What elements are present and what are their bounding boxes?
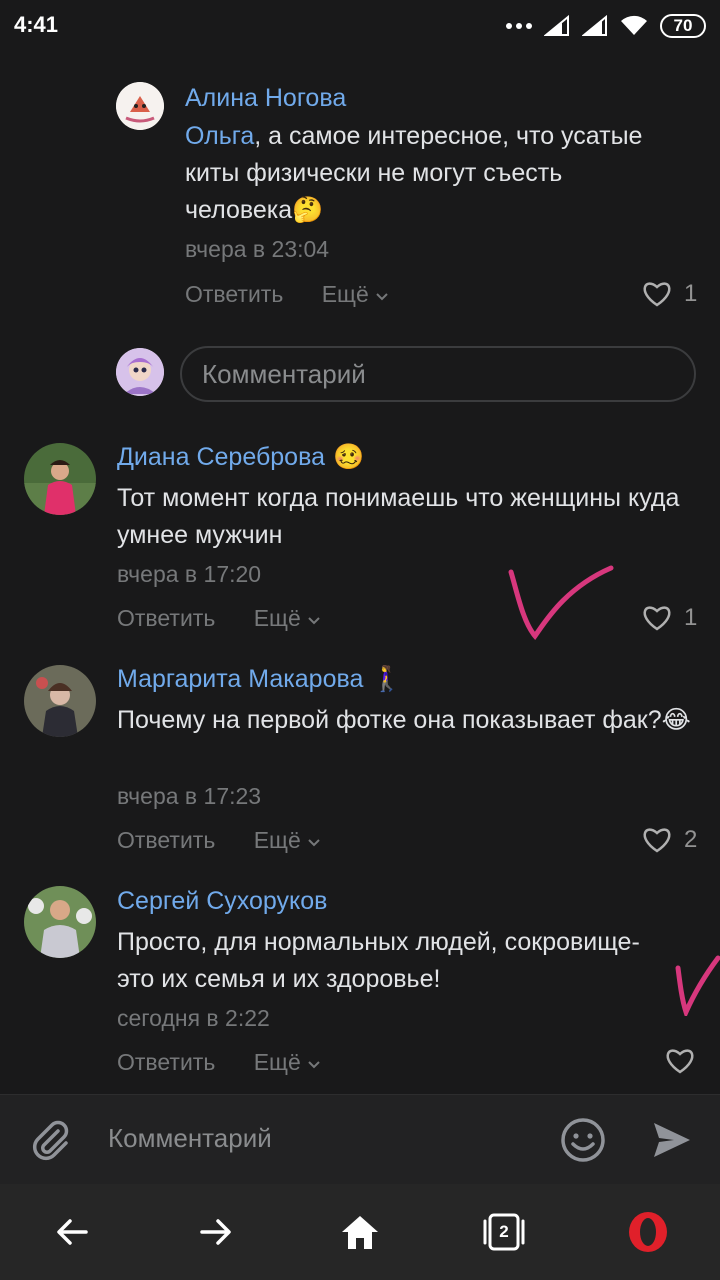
comment-date: вчера в 17:20 — [117, 561, 262, 587]
like-button[interactable] — [665, 1048, 707, 1074]
status-bar: 4:41 70 — [0, 0, 720, 50]
current-user-avatar — [116, 348, 164, 396]
comment-date: вчера в 23:04 — [185, 236, 330, 262]
status-icons: 70 — [506, 12, 706, 40]
attach-icon[interactable] — [28, 1117, 72, 1161]
like-button[interactable]: 1 — [642, 280, 697, 308]
comment-composer: Комментарий — [0, 1094, 720, 1184]
avatar[interactable] — [116, 82, 164, 130]
opera-logo-icon — [629, 1212, 667, 1252]
mention-link[interactable]: Ольга — [185, 122, 254, 150]
author-emoji: 🥴 — [332, 443, 365, 471]
heart-icon — [643, 828, 671, 853]
more-button[interactable]: Ещё — [322, 281, 389, 308]
comment-text: Просто, для нормальных людей, сокровище-… — [117, 928, 640, 993]
heart-icon — [666, 1049, 694, 1074]
more-button[interactable]: Ещё — [254, 1049, 321, 1076]
comment-actions: Ответить Ещё — [117, 605, 321, 632]
comment-text: Ольга, а самое интересное, что усатые ки… — [185, 122, 643, 224]
chevron-down-icon — [376, 293, 388, 301]
forward-button[interactable] — [192, 1208, 240, 1256]
comment-input[interactable]: Комментарий — [108, 1123, 272, 1154]
avatar[interactable] — [24, 443, 96, 515]
reply-button[interactable]: Ответить — [185, 281, 283, 308]
opera-menu-button[interactable] — [624, 1208, 672, 1256]
comment-text: Почему на первой фотке она показывает фа… — [117, 706, 691, 734]
annotation-checkmark — [675, 955, 720, 1016]
like-button[interactable]: 1 — [642, 604, 697, 632]
emoji-icon[interactable] — [560, 1117, 606, 1163]
send-icon[interactable] — [650, 1119, 692, 1161]
like-count: 2 — [684, 826, 698, 853]
more-button[interactable]: Ещё — [254, 605, 321, 632]
reply-button[interactable]: Ответить — [117, 1049, 215, 1076]
battery-indicator: 70 — [660, 14, 706, 38]
heart-icon — [643, 606, 671, 631]
browser-nav-bar: 2 — [0, 1184, 720, 1280]
reply-comment-input[interactable]: Комментарий — [180, 346, 696, 402]
comment-author[interactable]: Алина Ногова — [185, 84, 346, 113]
arrow-left-icon — [57, 1219, 88, 1245]
back-button[interactable] — [48, 1208, 96, 1256]
tabs-button[interactable]: 2 — [480, 1208, 528, 1256]
signal-icon-2 — [582, 15, 607, 36]
author-emoji: 🚶‍♀️ — [371, 665, 403, 693]
comment-author[interactable]: Сергей Сухоруков — [117, 887, 327, 916]
comment-actions: Ответить Ещё — [117, 1049, 321, 1076]
avatar[interactable] — [24, 665, 96, 737]
comment-text: Тот момент когда понимаешь что женщины к… — [117, 484, 680, 549]
wifi-icon — [621, 15, 647, 35]
heart-icon — [643, 282, 671, 307]
more-button[interactable]: Ещё — [254, 827, 321, 854]
tabs-count: 2 — [499, 1222, 509, 1241]
comment-actions: Ответить Ещё — [117, 827, 321, 854]
reply-button[interactable]: Ответить — [117, 827, 215, 854]
annotation-checkmark — [508, 565, 614, 641]
like-count: 1 — [684, 280, 698, 307]
like-button[interactable]: 2 — [642, 826, 697, 854]
comment-author[interactable]: Диана Сереброва 🥴 — [117, 443, 364, 472]
status-time: 4:41 — [14, 12, 59, 37]
chevron-down-icon — [308, 839, 320, 847]
like-count: 1 — [684, 604, 698, 631]
chevron-down-icon — [308, 617, 320, 625]
home-icon — [342, 1216, 378, 1249]
comment-date: вчера в 17:23 — [117, 783, 262, 809]
avatar[interactable] — [24, 886, 96, 958]
signal-icon — [544, 15, 569, 36]
chevron-down-icon — [308, 1061, 320, 1069]
home-button[interactable] — [336, 1208, 384, 1256]
comment-author[interactable]: Маргарита Макарова 🚶‍♀️ — [117, 665, 403, 694]
arrow-right-icon — [200, 1219, 231, 1245]
notification-dots-icon — [506, 23, 532, 29]
reply-button[interactable]: Ответить — [117, 605, 215, 632]
comment-actions: Ответить Ещё — [185, 281, 389, 308]
comment-date: сегодня в 2:22 — [117, 1005, 270, 1031]
